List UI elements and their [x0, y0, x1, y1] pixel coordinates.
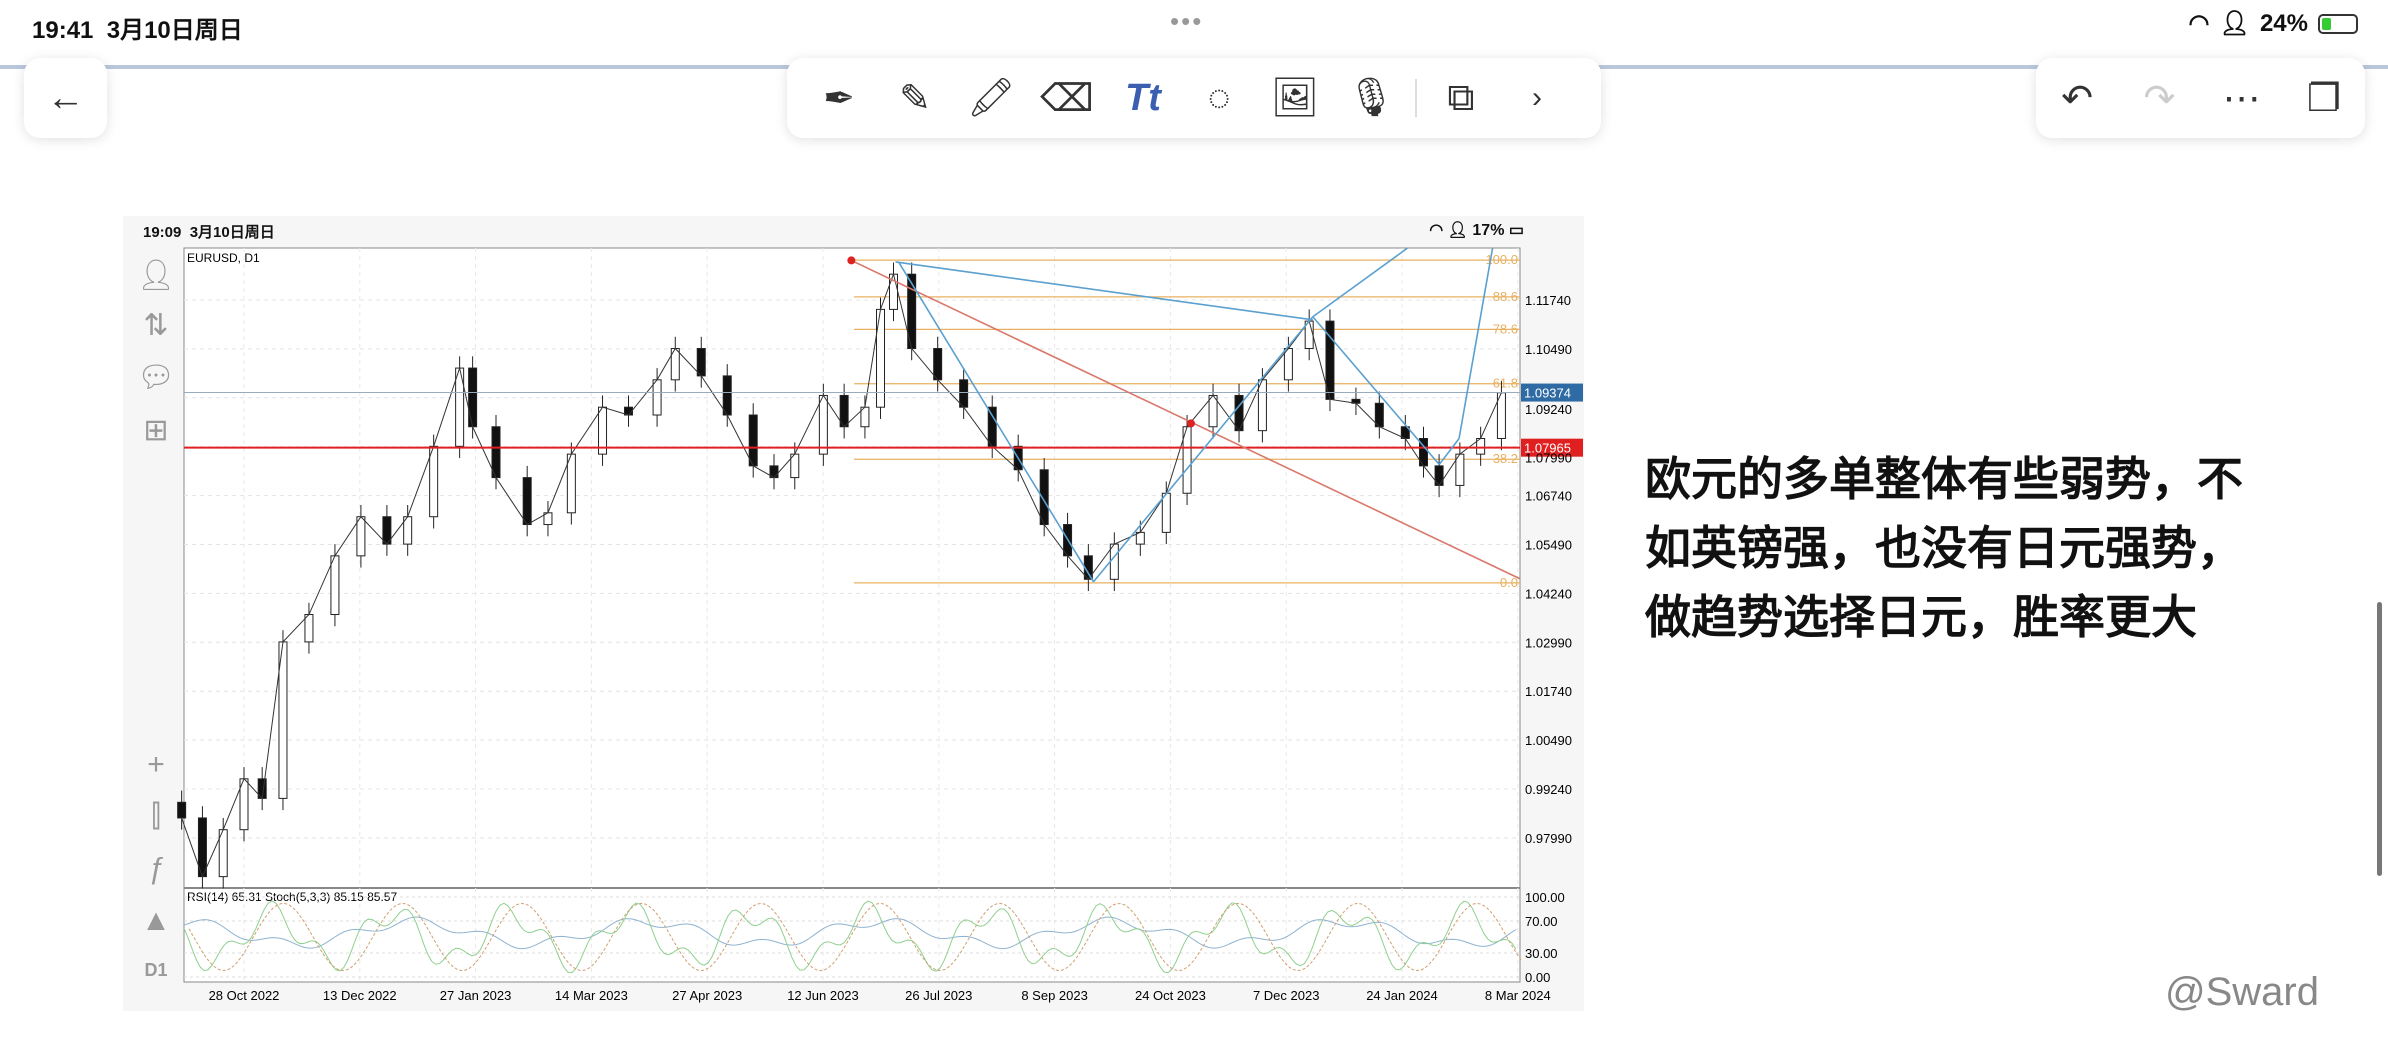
fib-level-label: 78.6 [1493, 321, 1518, 336]
text-tool-icon[interactable]: Tt [1105, 68, 1181, 128]
toolbar-separator [1415, 79, 1417, 117]
scrollbar[interactable] [2377, 602, 2382, 876]
price-tick-label: 1.05490 [1525, 538, 1572, 553]
fib-level-label: 61.8 [1493, 376, 1518, 391]
plot-area [183, 247, 1521, 983]
wifi-icon: ◠ [2188, 10, 2210, 37]
watermark: @Sward [2165, 970, 2319, 1014]
date-tick-label: 26 Jul 2023 [905, 988, 972, 1003]
date-tick-label: 8 Mar 2024 [1485, 988, 1551, 1003]
trend-anchor [1186, 419, 1195, 428]
shape-icon[interactable]: ⧉ [1423, 68, 1499, 128]
status-bar: 19:41 3月10日周日 ••• ◠ 👤︎ 24% [0, 0, 2388, 56]
candle [1109, 543, 1119, 580]
back-button[interactable]: ← [24, 58, 107, 138]
candle [933, 348, 943, 381]
price-tick-label: 1.06740 [1525, 489, 1572, 504]
price-tick-label: 1.11740 [1525, 293, 1571, 308]
candle [522, 477, 532, 526]
eraser-icon[interactable]: ⌫ [1029, 68, 1105, 128]
candle [748, 414, 758, 467]
date-tick-label: 27 Apr 2023 [672, 988, 742, 1003]
candle [491, 426, 501, 479]
pages-icon[interactable]: ❐ [2286, 68, 2362, 128]
candle [987, 406, 997, 447]
rsi-tick-label: 100.00 [1525, 890, 1565, 905]
trend-anchor [847, 256, 856, 265]
candle [1161, 492, 1171, 533]
symbol-label: EURUSD, D1 [187, 251, 260, 265]
candle [356, 516, 366, 557]
candle [566, 453, 576, 514]
status-right: ◠ 👤︎ 24% [2189, 9, 2358, 38]
fib-level-label: 38.2 [1493, 451, 1518, 466]
lasso-icon[interactable]: ◌ [1181, 68, 1257, 128]
pasted-chart-screenshot[interactable]: 19:09 3月10日周日 ◠ 👤︎ 17% ▭ 👤︎ ⇅ 💬︎ ⊞ + ⫿ ƒ… [123, 216, 1584, 1011]
candle [177, 801, 187, 819]
more-icon[interactable]: ⋯ [2204, 68, 2280, 128]
price-tick-label: 1.04240 [1525, 586, 1572, 601]
chevron-right-icon[interactable]: › [1499, 68, 1575, 128]
price-tick-label: 1.07990 [1525, 451, 1572, 466]
price-chart: EURUSD, D1 RSI(14) 65.31 Stoch(5,3,3) 85… [177, 247, 1583, 1003]
candle [1257, 379, 1267, 432]
candle [1208, 394, 1218, 428]
candle [818, 394, 828, 455]
candle [652, 379, 662, 416]
rsi-tick-label: 70.00 [1525, 914, 1558, 929]
handwritten-note[interactable]: 欧元的多单整体有些弱势，不 如英镑强，也没有日元强势， 做趋势选择日元，胜率更大 [1645, 445, 2243, 652]
battery-icon [2318, 13, 2358, 34]
note-line: 做趋势选择日元，胜率更大 [1645, 591, 2197, 643]
fib-level-label: 88.6 [1493, 289, 1518, 304]
candle [1283, 348, 1293, 381]
current-price-label: 1.09374 [1524, 386, 1571, 401]
candle [429, 445, 439, 518]
date-tick-label: 28 Oct 2022 [209, 988, 280, 1003]
date-tick-label: 27 Jan 2023 [440, 988, 512, 1003]
candle [696, 348, 706, 377]
microphone-icon[interactable]: 🎙︎ [1333, 68, 1409, 128]
rsi-tick-label: 30.00 [1525, 946, 1558, 961]
person-icon: 👤︎ [2219, 10, 2250, 37]
date-tick-label: 13 Dec 2022 [323, 988, 397, 1003]
candle [330, 555, 340, 616]
drawing-toolbar: ✒ ✎ 🖍︎ ⌫ Tt ◌ 🖼︎ 🎙︎ ⧉ › [787, 58, 1601, 138]
status-time: 19:41 3月10日周日 [32, 17, 243, 44]
redo-icon[interactable]: ↷ [2121, 68, 2197, 128]
price-tick-label: 1.09240 [1525, 402, 1572, 417]
right-toolbar: ↶ ↷ ⋯ ❐ [2036, 58, 2365, 138]
date-tick-label: 14 Mar 2023 [555, 988, 628, 1003]
price-tick-label: 0.97990 [1525, 831, 1572, 846]
undo-icon[interactable]: ↶ [2039, 68, 2115, 128]
candle [1374, 402, 1384, 428]
battery-percent: 24% [2259, 9, 2308, 37]
price-tick-label: 1.10490 [1525, 342, 1572, 357]
date-tick-label: 7 Dec 2023 [1253, 988, 1320, 1003]
arrow-left-icon: ← [46, 76, 85, 119]
highlighter-icon[interactable]: 🖍︎ [953, 68, 1029, 128]
candle [304, 614, 314, 643]
date-tick-label: 12 Jun 2023 [787, 988, 859, 1003]
candle [959, 379, 969, 408]
price-tick-label: 1.01740 [1525, 684, 1572, 699]
pencil-icon[interactable]: ✎ [877, 68, 953, 128]
price-tick-label: 1.00490 [1525, 733, 1572, 748]
price-tick-label: 0.99240 [1525, 782, 1572, 797]
date-tick-label: 8 Sep 2023 [1021, 988, 1088, 1003]
pen-icon[interactable]: ✒ [801, 68, 877, 128]
image-icon[interactable]: 🖼︎ [1257, 68, 1333, 128]
candle [722, 375, 732, 416]
note-line: 欧元的多单整体有些弱势，不 [1645, 453, 2243, 505]
rsi-tick-label: 0.00 [1525, 970, 1550, 985]
date-tick-label: 24 Jan 2024 [1366, 988, 1438, 1003]
multitask-dots[interactable]: ••• [1170, 6, 1203, 37]
candle [468, 367, 478, 428]
price-tick-label: 1.02990 [1525, 635, 1572, 650]
date-tick-label: 24 Oct 2023 [1135, 988, 1206, 1003]
note-line: 如英镑强，也没有日元强势， [1645, 522, 2243, 574]
